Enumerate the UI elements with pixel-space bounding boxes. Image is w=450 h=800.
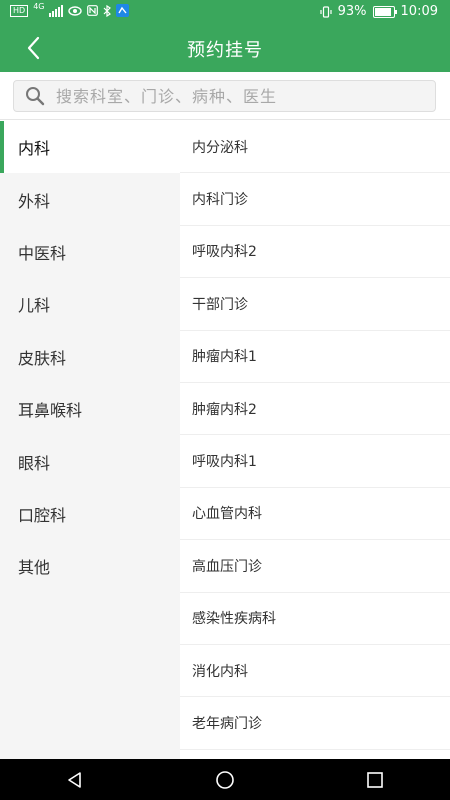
eye-icon <box>68 5 83 16</box>
department-item[interactable]: 中医科 <box>0 226 180 278</box>
search-input[interactable] <box>54 85 418 107</box>
sub-department-item[interactable]: 高血压门诊 <box>180 540 450 593</box>
department-item[interactable]: 内科 <box>0 121 180 174</box>
department-item[interactable]: 耳鼻喉科 <box>0 383 180 435</box>
nav-header: 预约挂号 <box>0 24 450 72</box>
sub-department-item[interactable]: 干部门诊 <box>180 278 450 331</box>
sub-department-item[interactable]: 呼吸内科2 <box>180 226 450 279</box>
department-item[interactable]: 其他 <box>0 540 180 592</box>
department-item[interactable]: 皮肤科 <box>0 331 180 383</box>
sub-department-item[interactable]: 内分泌科 <box>180 121 450 174</box>
battery-fill <box>374 7 392 16</box>
signal-icon <box>49 4 64 17</box>
status-bar: HD 4G 93% 10:09 <box>0 0 450 24</box>
department-list: 内科 外科 中医科 儿科 皮肤科 耳鼻喉科 眼科 口腔科 其他 <box>0 121 180 759</box>
signal-type-label: 4G <box>33 2 45 11</box>
nfc-icon <box>87 5 99 16</box>
system-back-button[interactable] <box>55 765 95 795</box>
hd-icon: HD <box>10 4 29 17</box>
recents-square-icon <box>367 771 383 788</box>
back-triangle-icon <box>68 771 81 788</box>
status-time: 10:09 <box>400 4 438 19</box>
bluetooth-icon <box>104 4 112 17</box>
home-circle-icon <box>216 770 234 789</box>
system-nav-bar <box>0 759 450 800</box>
sub-department-item[interactable]: 肿瘤内科1 <box>180 331 450 383</box>
sub-department-item[interactable]: 肿瘤内科2 <box>180 383 450 436</box>
sub-department-item[interactable]: 呼吸内科1 <box>180 435 450 488</box>
sub-department-item[interactable]: 感染性疾病科 <box>180 593 450 645</box>
system-home-button[interactable] <box>205 765 245 795</box>
status-right: 93% 10:09 <box>320 4 438 19</box>
department-item[interactable]: 儿科 <box>0 278 180 330</box>
sub-department-item[interactable]: 老年病门诊 <box>180 697 450 750</box>
search-icon <box>24 85 46 107</box>
department-item[interactable]: 眼科 <box>0 435 180 487</box>
vibrate-icon <box>320 5 332 18</box>
battery-percent: 93% <box>337 4 367 19</box>
sub-department-item[interactable]: 内科门诊 <box>180 173 450 226</box>
sub-department-item[interactable]: 心血管内科 <box>180 488 450 541</box>
app-icon <box>116 4 130 17</box>
system-recents-button[interactable] <box>355 765 395 795</box>
battery-icon <box>372 5 397 18</box>
search-box[interactable] <box>13 80 436 112</box>
status-left: HD 4G <box>10 2 130 17</box>
sub-department-list: 内分泌科 内科门诊 呼吸内科2 干部门诊 肿瘤内科1 肿瘤内科2 呼吸内科1 心血管内科 高血压… <box>180 121 450 759</box>
search-area <box>0 72 450 120</box>
department-item[interactable]: 外科 <box>0 173 180 225</box>
sub-department-item[interactable]: 消化内科 <box>180 645 450 698</box>
page-title: 预约挂号 <box>187 40 263 61</box>
department-item[interactable]: 口腔科 <box>0 488 180 540</box>
